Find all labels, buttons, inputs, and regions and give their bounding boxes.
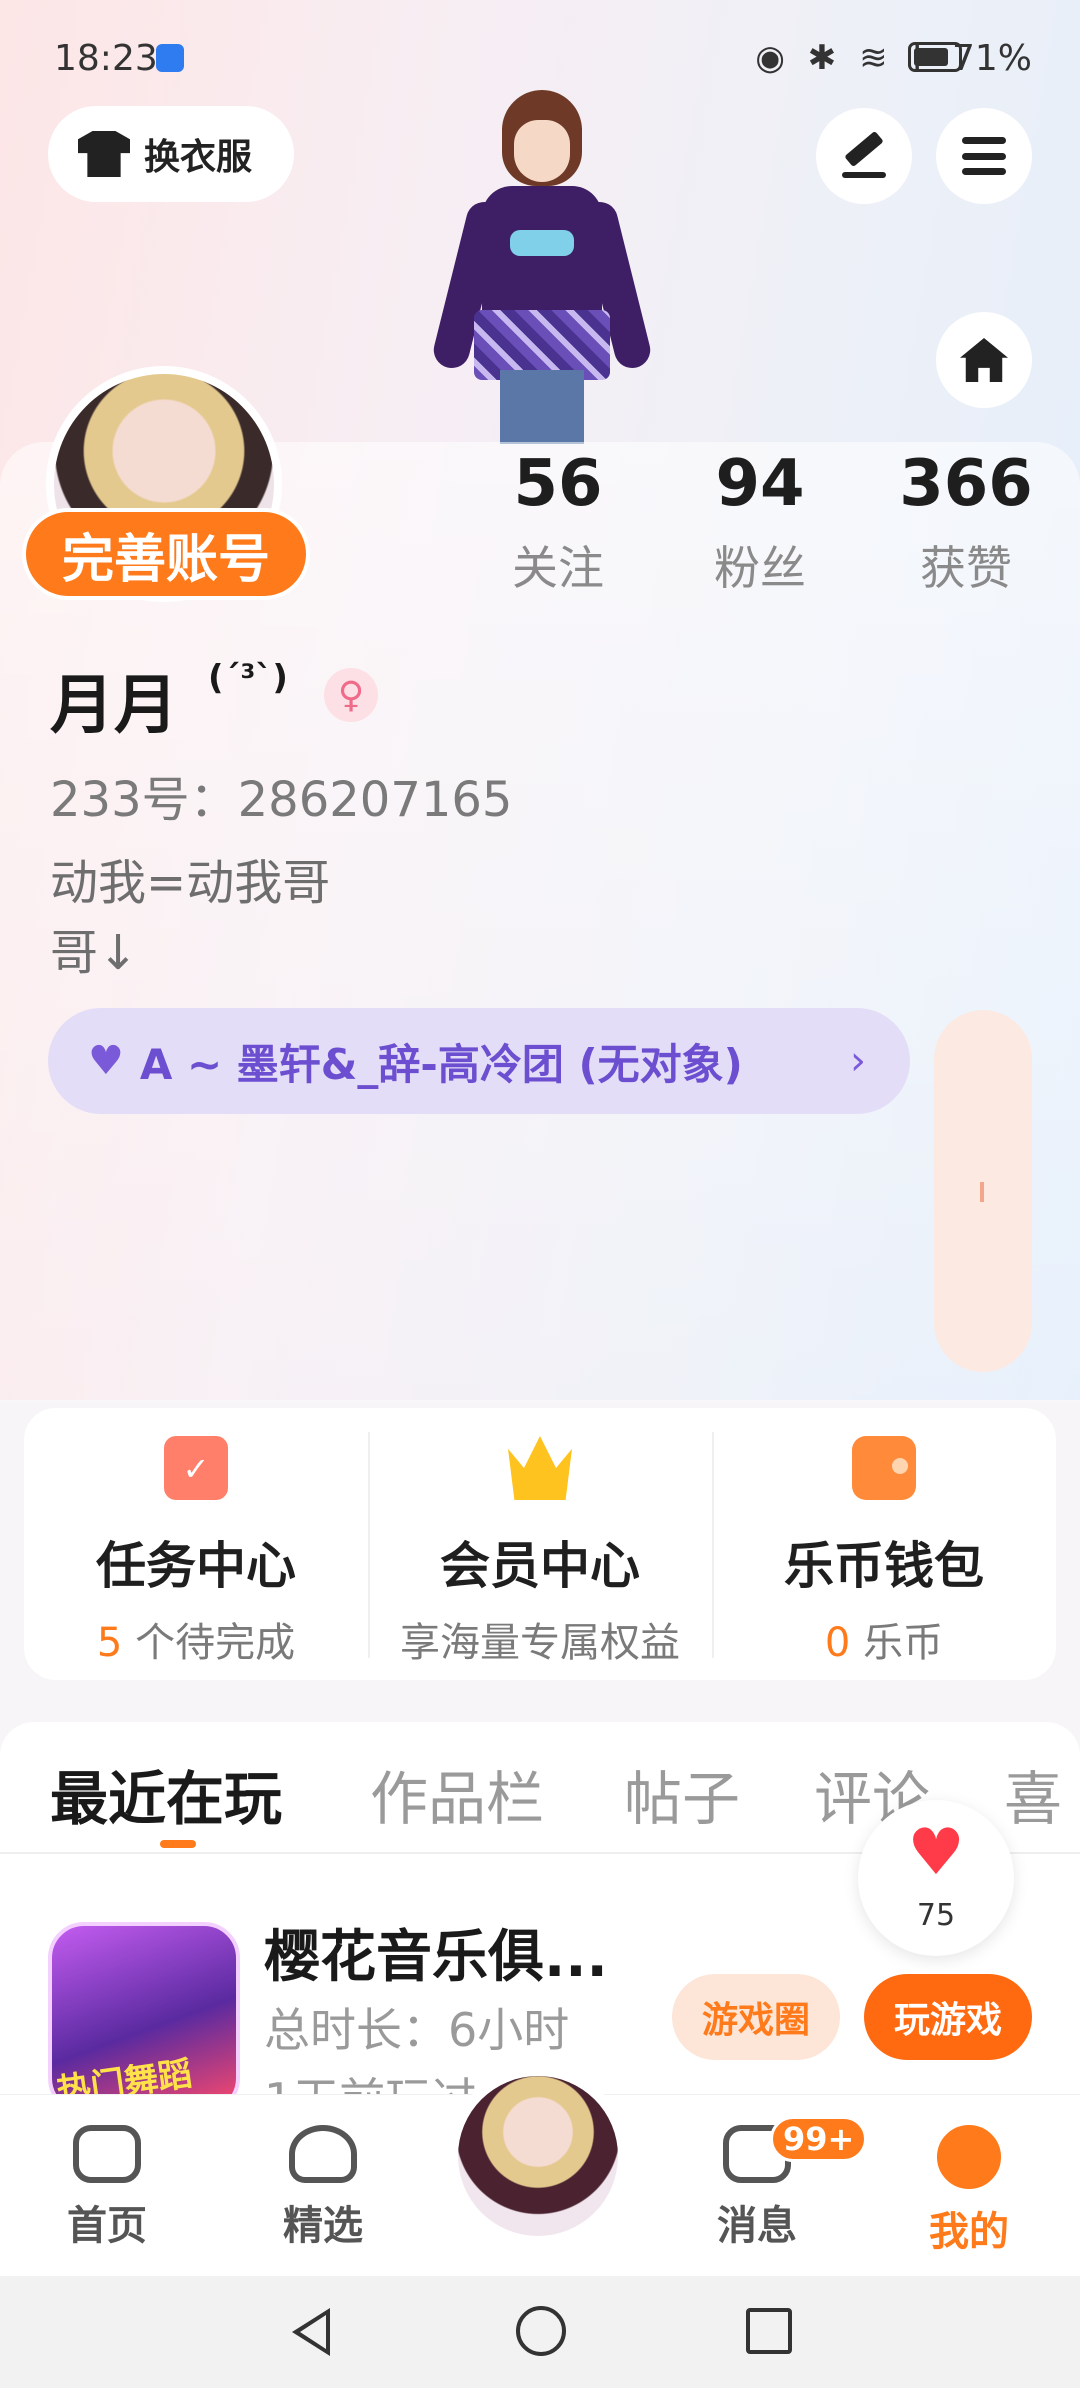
- services-card: 任务中心 5 个待完成 会员中心 享海量专属权益 乐币钱包 0 乐币: [24, 1408, 1056, 1680]
- game-name: 樱花音乐俱...: [264, 1925, 608, 1990]
- system-nav-bar: [0, 2276, 1080, 2388]
- user-id: 233号：286207165: [50, 772, 513, 828]
- messages-badge: 99+: [770, 2116, 868, 2162]
- nav-home-label: 首页: [67, 2203, 147, 2249]
- vip-center[interactable]: 会员中心 享海量专属权益: [368, 1408, 712, 1680]
- tab-works[interactable]: 作品栏: [370, 1752, 544, 1836]
- battery-percent: 71%: [951, 38, 1032, 79]
- gamepad-icon: [73, 2125, 141, 2183]
- vip-center-title: 会员中心: [440, 1537, 640, 1595]
- nav-center-avatar[interactable]: [448, 2066, 628, 2246]
- change-outfit-button[interactable]: 换衣服: [48, 106, 294, 202]
- coin-wallet-title: 乐币钱包: [784, 1537, 984, 1595]
- tab-posts[interactable]: 帖子: [624, 1752, 740, 1836]
- heart-icon: ♥: [907, 1816, 965, 1890]
- game-last-played: 1天前玩过: [264, 2064, 477, 2094]
- task-center-sub: 5 个待完成: [96, 1620, 296, 1666]
- group-name: A ~ 墨轩&_辞-高冷团 (无对象): [139, 1039, 743, 1089]
- stat-followers-count: 94: [715, 447, 805, 521]
- bio: 动我=动我哥哥↓: [50, 855, 331, 981]
- menu-icon: [962, 137, 1006, 175]
- stat-following[interactable]: 56 关注: [458, 444, 658, 598]
- nav-me[interactable]: 我的: [894, 2125, 1044, 2257]
- vip-center-sub: 享海量专属权益: [400, 1620, 680, 1666]
- home-scene-button[interactable]: [936, 312, 1032, 408]
- home-circle-icon[interactable]: [516, 2306, 566, 2356]
- nav-featured-label: 精选: [283, 2203, 363, 2249]
- face-icon: [937, 2125, 1001, 2189]
- nav-featured[interactable]: 精选: [248, 2125, 398, 2251]
- status-icons: ◉ ✱ ≋ !: [755, 38, 930, 78]
- game-circle-button[interactable]: 游戏圈: [672, 1974, 840, 2060]
- complete-account-button[interactable]: 完善账号: [22, 508, 310, 600]
- group-pill[interactable]: ♥ A ~ 墨轩&_辞-高冷团 (无对象) ›: [48, 1008, 910, 1114]
- calendar-check-icon: [164, 1436, 228, 1500]
- task-center[interactable]: 任务中心 5 个待完成: [24, 1408, 368, 1680]
- game-duration: 总时长：6小时: [264, 2003, 570, 2057]
- nickname-kaomoji: (ˊ³ˋ): [208, 658, 288, 698]
- heart-icon: ♥: [88, 1038, 124, 1084]
- nickname: 月月: [50, 669, 178, 743]
- house-icon: [960, 338, 1008, 382]
- app-notification-icon: [156, 44, 184, 72]
- stat-likes[interactable]: 366 获赞: [866, 444, 1066, 598]
- stat-likes-label: 获赞: [920, 541, 1012, 595]
- stat-likes-count: 366: [899, 447, 1033, 521]
- crown-icon: [508, 1436, 572, 1500]
- task-center-title: 任务中心: [96, 1537, 296, 1595]
- nav-home[interactable]: 首页: [32, 2125, 182, 2251]
- stat-followers-label: 粉丝: [714, 541, 806, 595]
- coin-wallet[interactable]: 乐币钱包 0 乐币: [712, 1408, 1056, 1680]
- like-float-button[interactable]: ♥ 75: [858, 1800, 1014, 1956]
- tab-recent[interactable]: 最近在玩: [50, 1752, 282, 1836]
- female-icon: ♀: [324, 668, 378, 722]
- wallet-icon: [852, 1436, 916, 1500]
- shirt-icon: [78, 131, 130, 177]
- side-drawer-tab[interactable]: [934, 1010, 1032, 1372]
- edit-profile-button[interactable]: [816, 108, 912, 204]
- stat-followers[interactable]: 94 粉丝: [660, 444, 860, 598]
- stat-following-count: 56: [513, 447, 603, 521]
- heart-outline-icon: [289, 2125, 357, 2183]
- like-count: 75: [916, 1898, 956, 1933]
- game-icon-tag: 热门舞蹈: [54, 2053, 195, 2094]
- coin-wallet-sub: 0 乐币: [824, 1620, 944, 1666]
- play-game-button[interactable]: 玩游戏: [864, 1974, 1032, 2060]
- back-icon[interactable]: [292, 2308, 330, 2356]
- chevron-right-icon: ›: [850, 1038, 866, 1084]
- menu-button[interactable]: [936, 108, 1032, 204]
- change-outfit-label: 换衣服: [144, 137, 253, 178]
- nav-messages-label: 消息: [717, 2203, 797, 2249]
- pen-icon: [844, 130, 884, 168]
- nav-me-label: 我的: [929, 2209, 1009, 2255]
- tab-indicator: [160, 1840, 196, 1848]
- recents-icon[interactable]: [746, 2308, 792, 2354]
- status-time: 18:23: [54, 38, 158, 79]
- stat-following-label: 关注: [512, 541, 604, 595]
- avatar-3d-figure[interactable]: [429, 90, 655, 444]
- game-icon[interactable]: 热门舞蹈: [48, 1922, 240, 2094]
